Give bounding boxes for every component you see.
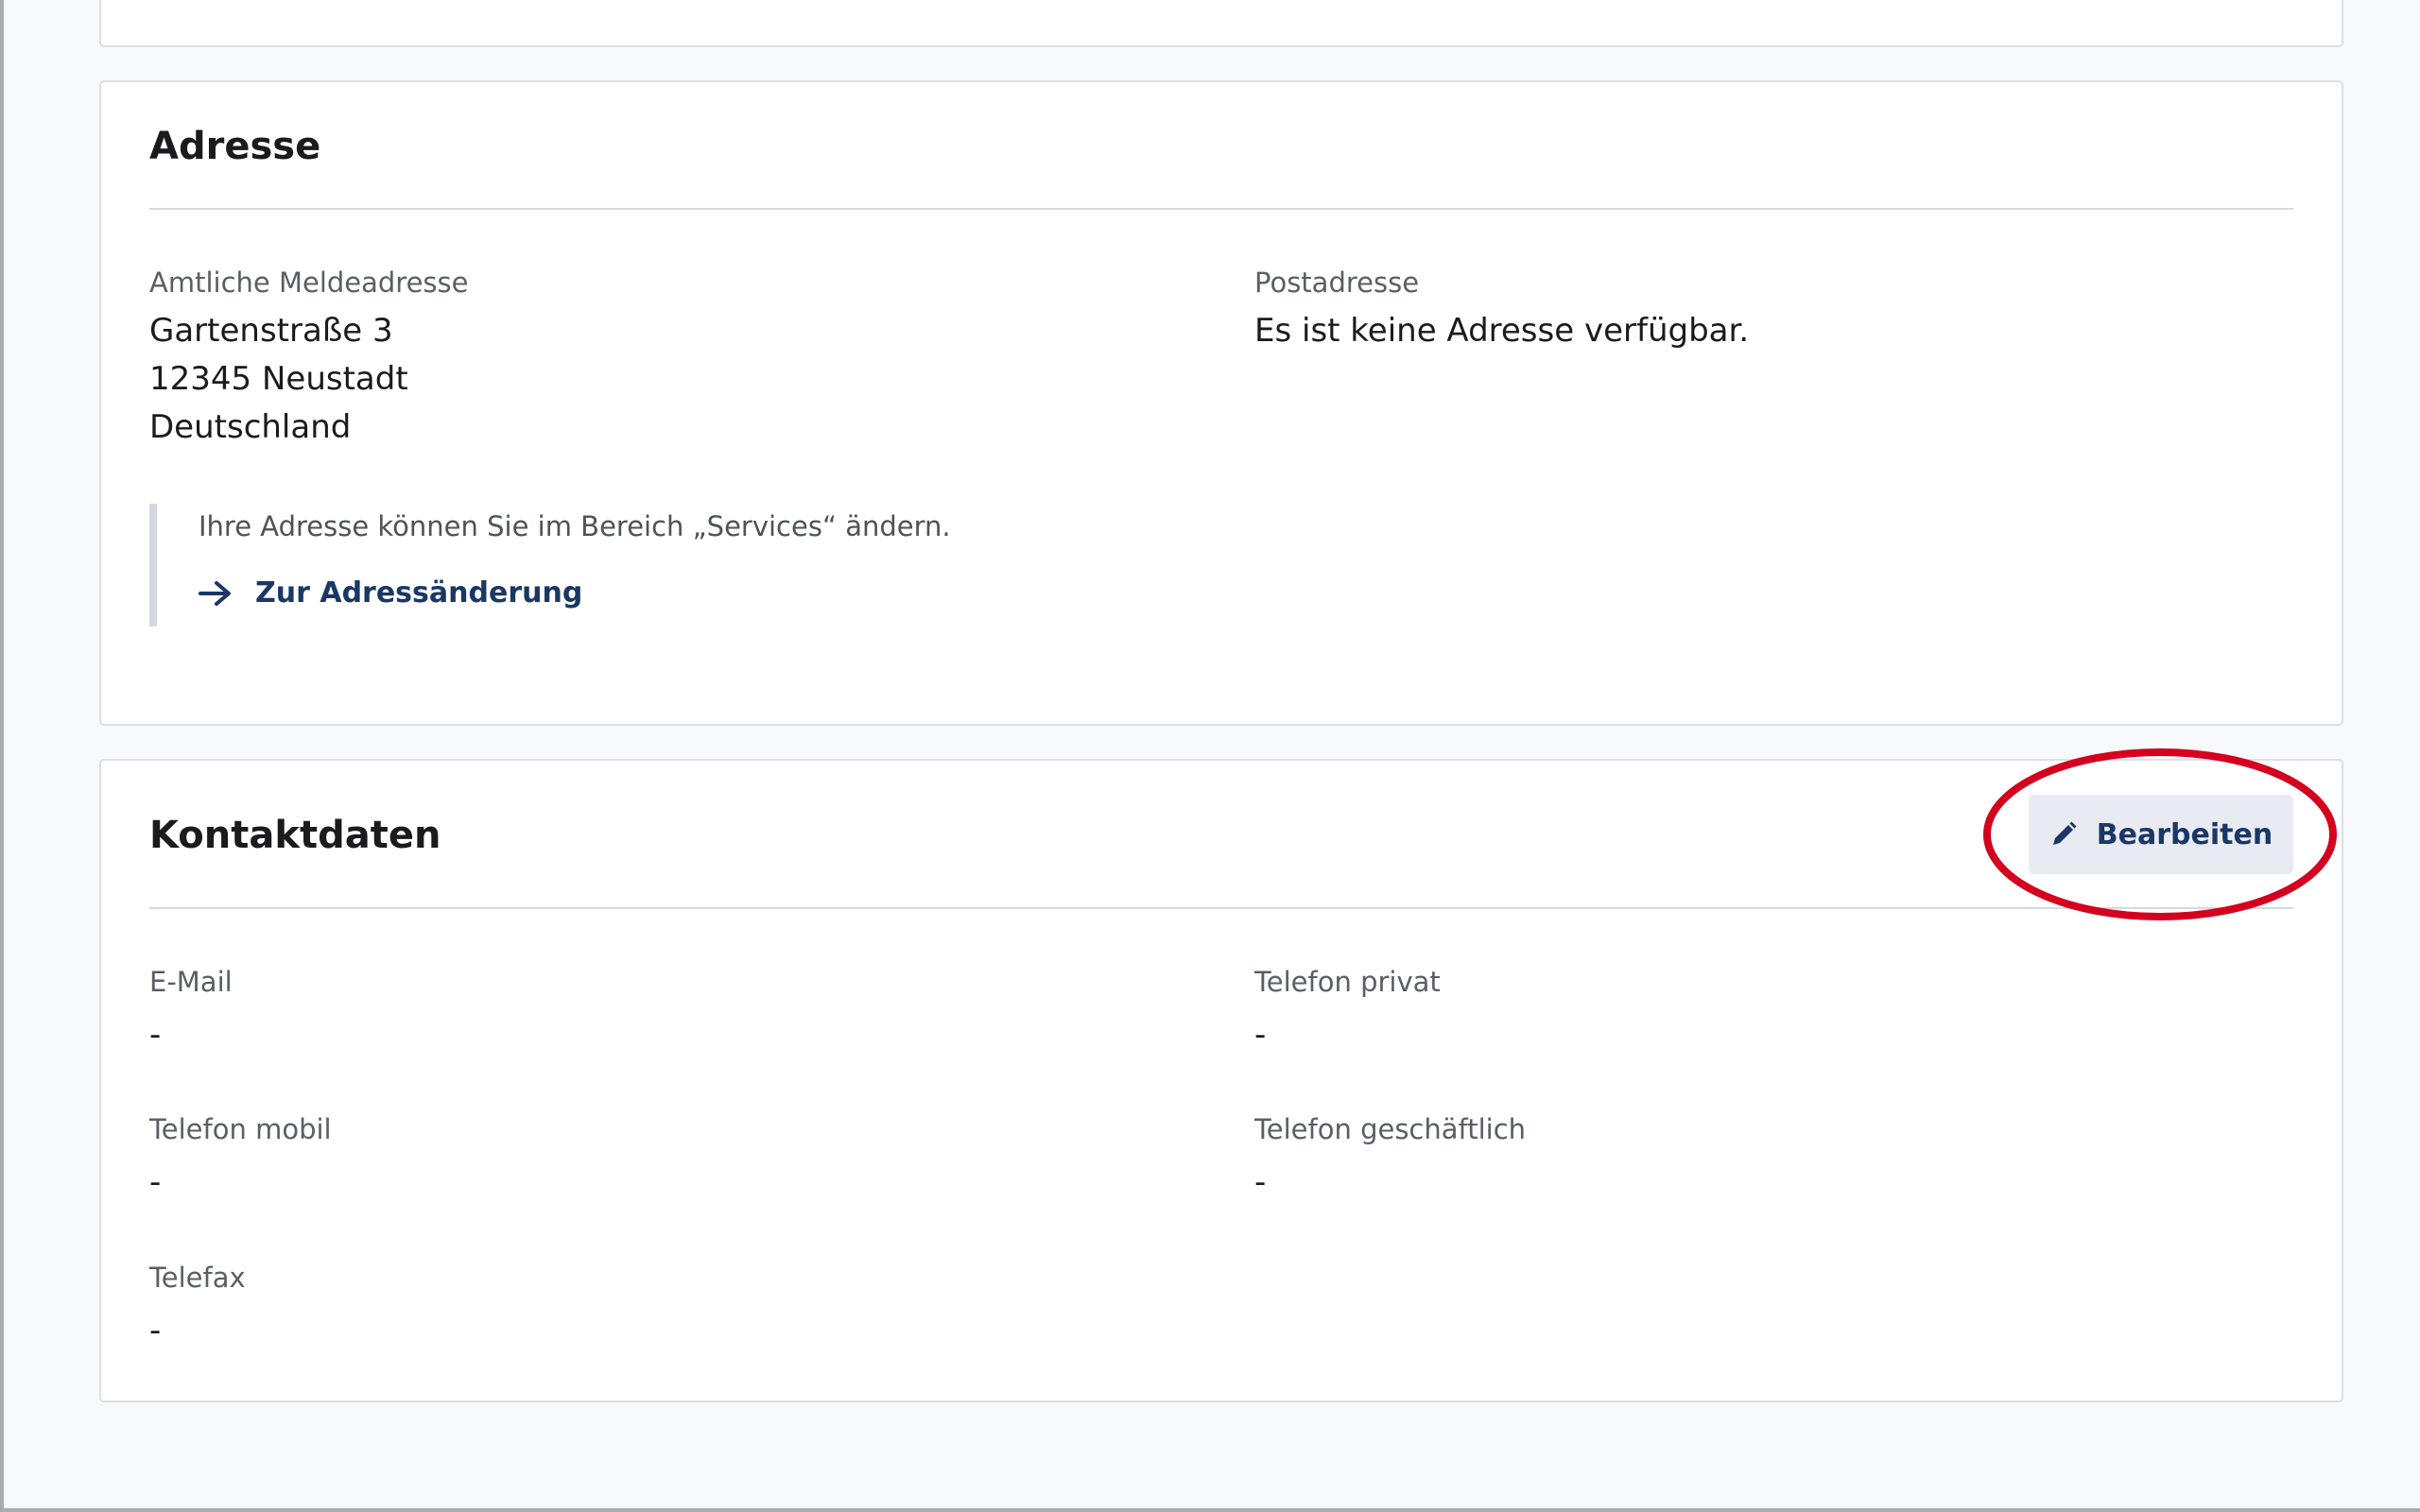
phone-mobile-label: Telefon mobil	[149, 1113, 332, 1145]
email-label: E-Mail	[149, 966, 233, 998]
fax-value: -	[149, 1312, 162, 1349]
contact-divider	[149, 907, 2293, 909]
pencil-icon	[2052, 821, 2077, 845]
address-change-link[interactable]: Zur Adressänderung	[199, 579, 582, 608]
registered-address-line-1: Gartenstraße 3	[149, 312, 393, 350]
phone-business-value: -	[1254, 1163, 1267, 1201]
email-value: -	[149, 1016, 162, 1054]
edit-contact-button[interactable]: Bearbeiten	[2029, 795, 2293, 874]
page: Adresse Amtliche Meldeadresse Gartenstra…	[0, 0, 2420, 1512]
phone-mobile-value: -	[149, 1163, 162, 1201]
arrow-right-icon	[199, 581, 231, 606]
address-title: Adresse	[149, 125, 321, 168]
address-hint-text: Ihre Adresse können Sie im Bereich „Serv…	[199, 510, 951, 542]
postal-address-label: Postadresse	[1254, 266, 1420, 299]
address-change-link-label: Zur Adressänderung	[255, 576, 583, 610]
postal-address-value: Es ist keine Adresse verfügbar.	[1254, 312, 1750, 350]
previous-card	[99, 0, 2343, 47]
address-hint: Ihre Adresse können Sie im Bereich „Serv…	[149, 504, 1008, 627]
registered-address-line-2: 12345 Neustadt	[149, 360, 408, 398]
phone-private-value: -	[1254, 1016, 1267, 1054]
contact-title: Kontaktdaten	[149, 814, 441, 857]
registered-address-label: Amtliche Meldeadresse	[149, 266, 469, 299]
phone-business-label: Telefon geschäftlich	[1254, 1113, 1527, 1145]
phone-private-label: Telefon privat	[1254, 966, 1441, 998]
registered-address-line-3: Deutschland	[149, 408, 352, 446]
fax-label: Telefax	[149, 1262, 246, 1294]
contact-card: Kontaktdaten Bearbeiten E-Mail - Telefon…	[99, 759, 2343, 1402]
edit-contact-button-label: Bearbeiten	[2096, 817, 2273, 851]
address-card: Adresse Amtliche Meldeadresse Gartenstra…	[99, 80, 2343, 726]
address-divider	[149, 208, 2293, 210]
